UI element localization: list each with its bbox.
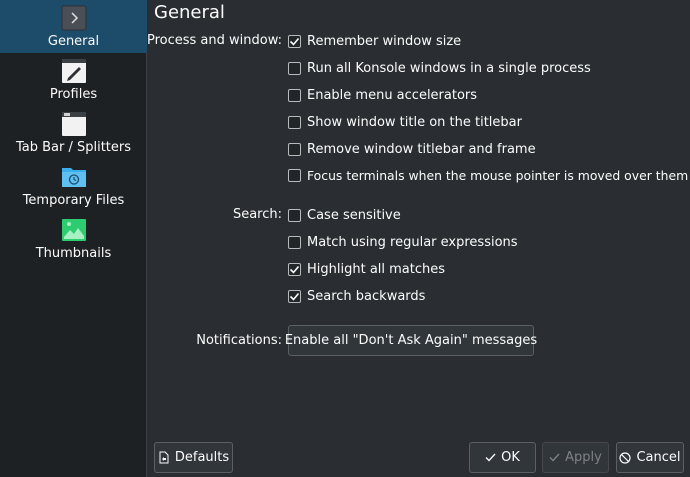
checkmark-icon (289, 292, 300, 301)
page-title: General (154, 2, 225, 23)
option-label: Search backwards (307, 288, 426, 304)
ok-label: OK (501, 450, 520, 465)
checkbox[interactable] (288, 262, 301, 276)
chevron-right-icon (61, 5, 86, 31)
single-process-option[interactable]: Run all Konsole windows in a single proc… (288, 59, 591, 77)
option-label: Show window title on the titlebar (307, 114, 522, 130)
image-icon (61, 219, 86, 241)
sidebar-item-label: General (47, 34, 100, 49)
checkbox[interactable] (288, 208, 301, 222)
case-sensitive-option[interactable]: Case sensitive (288, 206, 401, 224)
checkbox[interactable] (288, 88, 301, 102)
sidebar-item-general[interactable]: General (0, 0, 147, 53)
settings-window: General Profiles Tab Bar / Splitters Tem… (0, 0, 690, 477)
sidebar-item-temporary-files[interactable]: Temporary Files (0, 159, 147, 212)
checkbox[interactable] (288, 142, 301, 156)
option-label: Highlight all matches (307, 261, 446, 277)
cancel-button[interactable]: Cancel (616, 442, 684, 473)
checkmark-icon (289, 37, 300, 46)
search-backwards-option[interactable]: Search backwards (288, 287, 425, 305)
sidebar-item-tab-bar[interactable]: Tab Bar / Splitters (0, 106, 147, 159)
checkbox[interactable] (288, 235, 301, 249)
regex-option[interactable]: Match using regular expressions (288, 233, 518, 251)
checkbox[interactable] (288, 115, 301, 129)
focus-on-hover-option[interactable]: Focus terminals when the mouse pointer i… (288, 166, 688, 184)
enable-dont-ask-again-button[interactable]: Enable all "Don't Ask Again" messages (285, 325, 537, 356)
window-icon (61, 112, 86, 136)
checkbox[interactable] (288, 168, 301, 182)
option-label: Remove window titlebar and frame (307, 141, 536, 157)
highlight-matches-option[interactable]: Highlight all matches (288, 260, 445, 278)
notifications-label: Notifications: (196, 333, 282, 348)
defaults-label: Defaults (174, 450, 230, 465)
check-icon (549, 453, 560, 462)
document-revert-icon (158, 451, 170, 464)
checkbox[interactable] (288, 289, 301, 303)
main-panel: General Process and window: Remember win… (146, 0, 690, 477)
sidebar-item-label: Temporary Files (22, 193, 125, 208)
option-label: Run all Konsole windows in a single proc… (307, 60, 591, 76)
sidebar-item-label: Tab Bar / Splitters (15, 140, 132, 155)
option-label: Match using regular expressions (307, 234, 518, 250)
checkbox[interactable] (288, 61, 301, 75)
ok-button[interactable]: OK (469, 442, 536, 473)
sidebar-item-profiles[interactable]: Profiles (0, 53, 147, 106)
sidebar-item-thumbnails[interactable]: Thumbnails (0, 212, 147, 265)
window-title-option[interactable]: Show window title on the titlebar (288, 113, 522, 131)
apply-button[interactable]: Apply (542, 442, 609, 473)
cancel-icon (619, 451, 632, 464)
folder-clock-icon (61, 168, 86, 187)
remember-window-size-option[interactable]: Remember window size (288, 32, 461, 50)
check-icon (485, 453, 496, 462)
option-label: Case sensitive (307, 207, 401, 223)
option-label: Focus terminals when the mouse pointer i… (307, 167, 689, 183)
search-label: Search: (232, 207, 282, 222)
remove-titlebar-option[interactable]: Remove window titlebar and frame (288, 140, 536, 158)
pen-icon (61, 59, 86, 83)
sidebar: General Profiles Tab Bar / Splitters Tem… (0, 0, 147, 477)
sidebar-item-label: Profiles (49, 87, 98, 102)
checkbox[interactable] (288, 34, 301, 48)
menu-accelerators-option[interactable]: Enable menu accelerators (288, 86, 477, 104)
checkmark-icon (289, 265, 300, 274)
apply-label: Apply (565, 450, 602, 465)
cancel-label: Cancel (636, 450, 681, 465)
process-window-label: Process and window: (146, 33, 282, 48)
sidebar-item-label: Thumbnails (35, 246, 112, 261)
option-label: Enable menu accelerators (307, 87, 478, 103)
defaults-button[interactable]: Defaults (154, 442, 233, 473)
option-label: Remember window size (307, 33, 462, 49)
